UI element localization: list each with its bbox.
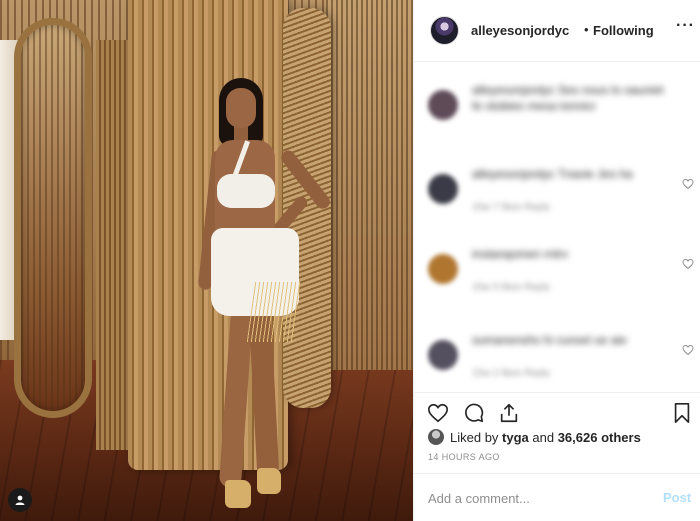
- comment-heart-icon[interactable]: [682, 344, 694, 356]
- comment-avatar[interactable]: [428, 340, 458, 370]
- comment-item: sumanenshs hi cunsel ue aie 15w 2 likes …: [414, 318, 700, 388]
- profile-avatar[interactable]: [430, 16, 459, 45]
- post-photo[interactable]: [0, 0, 413, 521]
- comment-avatar[interactable]: [428, 254, 458, 284]
- post-header: alleyesonjordyc • Following ···: [414, 0, 700, 62]
- more-options-icon[interactable]: ···: [676, 17, 695, 35]
- comment-input[interactable]: [428, 488, 648, 508]
- share-icon[interactable]: [497, 401, 521, 425]
- comment-heart-icon[interactable]: [682, 258, 694, 270]
- likes-count[interactable]: 36,626 others: [558, 430, 641, 445]
- post-timestamp[interactable]: 14 HOURS AGO: [428, 452, 500, 462]
- comment-text: alleyesonjordyc Ses nous lo oauniet fe o…: [472, 83, 664, 113]
- bookmark-icon[interactable]: [670, 401, 694, 425]
- post-sidebar: alleyesonjordyc • Following ··· alleyeso…: [413, 0, 700, 521]
- comment-item: instanqomen rntrv 15w 5 likes Reply: [414, 232, 700, 302]
- comment-meta: 15w 7 likes Reply: [472, 202, 550, 213]
- comment-icon[interactable]: [462, 401, 486, 425]
- following-button[interactable]: Following: [593, 23, 654, 38]
- liker-username[interactable]: tyga: [502, 430, 529, 445]
- post-button[interactable]: Post: [663, 490, 691, 505]
- likes-prefix: Liked by: [450, 429, 503, 445]
- comment-list: alleyesonjordyc Ses nous lo oauniet fe o…: [414, 62, 700, 390]
- comment-item: alleyesonjordyc Ses nous lo oauniet fe o…: [414, 68, 700, 138]
- action-bar: [414, 392, 700, 432]
- comment-avatar[interactable]: [428, 174, 458, 204]
- comment-text: sumanenshs hi cunsel ue aie: [472, 333, 627, 347]
- comment-item: alleyesonjordyc Tnavie Jes ha 15w 7 like…: [414, 152, 700, 222]
- comment-text: instanqomen rntrv: [472, 247, 569, 261]
- oval-mirror: [14, 18, 92, 418]
- liker-avatar[interactable]: [428, 429, 444, 445]
- separator-dot: •: [584, 22, 589, 37]
- heart-icon[interactable]: [426, 401, 450, 425]
- likes-summary: Liked by tyga and 36,626 others: [428, 428, 641, 446]
- comment-meta: 15w 2 likes Reply: [472, 368, 550, 379]
- model-figure: [195, 78, 355, 518]
- username-link[interactable]: alleyesonjordyc: [471, 23, 569, 38]
- likes-and: and: [528, 429, 558, 445]
- comment-meta: 15w 5 likes Reply: [472, 282, 550, 293]
- tagged-user-icon[interactable]: [8, 488, 32, 512]
- comment-avatar[interactable]: [428, 90, 458, 120]
- bamboo-door: [96, 40, 130, 450]
- comment-bar: Post: [414, 473, 700, 521]
- comment-heart-icon[interactable]: [682, 178, 694, 190]
- comment-text: alleyesonjordyc Tnavie Jes ha: [472, 167, 633, 181]
